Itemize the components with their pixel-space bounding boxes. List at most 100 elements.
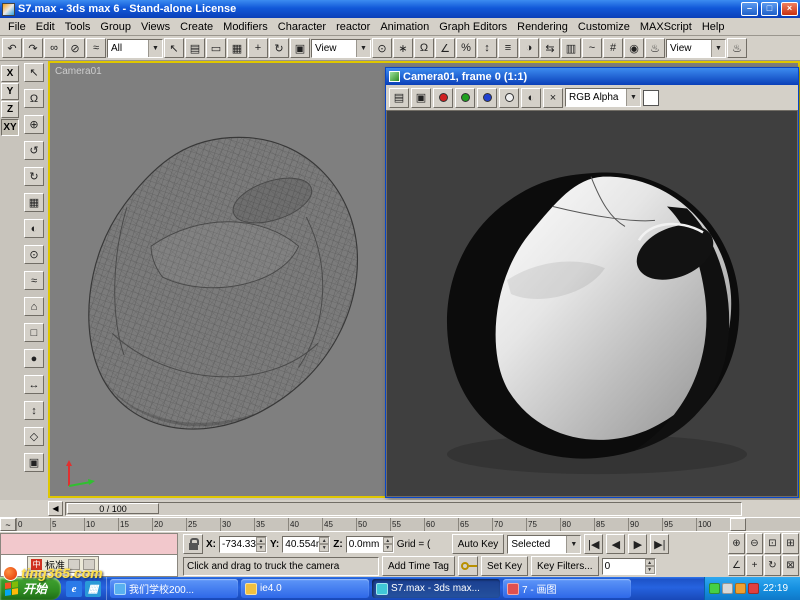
side-diamond-icon[interactable]: ◇ — [24, 427, 44, 446]
side-grid-icon[interactable]: ▦ — [24, 193, 44, 212]
use-pivot-point-icon[interactable]: ⊙ — [372, 38, 392, 58]
red-channel-button[interactable] — [433, 88, 453, 108]
save-image-icon[interactable]: ▤ — [389, 88, 409, 108]
side-home-icon[interactable]: ⌂ — [24, 297, 44, 316]
select-and-link-icon[interactable]: ∞ — [44, 38, 64, 58]
angle-snap-icon[interactable]: ∠ — [435, 38, 455, 58]
window-crossing-toggle-icon[interactable]: ▦ — [227, 38, 247, 58]
select-and-rotate-icon[interactable]: ↻ — [269, 38, 289, 58]
select-and-scale-icon[interactable]: ▣ — [290, 38, 310, 58]
zoom-all-icon[interactable]: ⊖ — [746, 533, 763, 554]
menu-group[interactable]: Group — [95, 20, 136, 34]
coord-spinner-z-down[interactable]: ▼ — [383, 544, 393, 552]
side-sphere-icon[interactable]: ● — [24, 349, 44, 368]
menu-customize[interactable]: Customize — [573, 20, 635, 34]
quick-launch-desktop-icon[interactable]: ▦ — [85, 581, 101, 597]
coord-spinner-z-up[interactable]: ▲ — [383, 537, 393, 545]
clone-window-icon[interactable]: ▣ — [411, 88, 431, 108]
menu-character[interactable]: Character — [273, 20, 331, 34]
coord-spinner-y[interactable]: ▲▼ — [319, 537, 329, 552]
select-by-name-icon[interactable]: ▤ — [185, 38, 205, 58]
coord-field-z[interactable]: 0.0mm▲▼ — [346, 536, 394, 553]
axis-constraint-z-button[interactable]: Z — [1, 101, 19, 118]
blue-channel-button[interactable] — [477, 88, 497, 108]
mini-listener-macro-pane[interactable] — [0, 533, 178, 555]
zoom-icon[interactable]: ⊕ — [728, 533, 745, 554]
material-editor-icon[interactable]: ◉ — [624, 38, 644, 58]
close-button[interactable]: × — [781, 2, 798, 16]
side-wave-icon[interactable]: ≈ — [24, 271, 44, 290]
coord-field-y[interactable]: 40.554m▲▼ — [282, 536, 330, 553]
transform-lock-button[interactable] — [183, 534, 203, 554]
reference-coordinate-dropdown[interactable]: View▼ — [311, 39, 371, 58]
taskbar-task-7-画图[interactable]: 7 - 画图 — [503, 579, 631, 598]
axis-constraint-x-button[interactable]: X — [1, 65, 19, 82]
menu-edit[interactable]: Edit — [31, 20, 60, 34]
menu-animation[interactable]: Animation — [375, 20, 434, 34]
selection-filter-dropdown[interactable]: All▼ — [107, 39, 163, 58]
spinner-snap-icon[interactable]: ↕ — [477, 38, 497, 58]
key-selection-dropdown[interactable]: Selected▼ — [507, 535, 581, 554]
coord-spinner-x-up[interactable]: ▲ — [256, 537, 266, 545]
current-frame-field[interactable]: 0▲▼ — [602, 558, 656, 575]
chevron-down-icon[interactable]: ▼ — [356, 40, 370, 57]
select-object-icon[interactable]: ↖ — [164, 38, 184, 58]
render-scene-icon[interactable]: ♨ — [645, 38, 665, 58]
previous-frame-button[interactable]: ◀ — [606, 534, 625, 554]
render-type-dropdown[interactable]: View▼ — [666, 39, 726, 58]
select-and-manipulate-icon[interactable]: ∗ — [393, 38, 413, 58]
coord-spinner-x[interactable]: ▲▼ — [256, 537, 266, 552]
coord-spinner-z[interactable]: ▲▼ — [383, 537, 393, 552]
side-zoom-region-icon[interactable]: ⊕ — [24, 115, 44, 134]
chevron-down-icon[interactable]: ▼ — [566, 536, 580, 553]
monochrome-button[interactable] — [499, 88, 519, 108]
set-key-toggle-button[interactable] — [458, 556, 478, 576]
quick-render-icon[interactable]: ♨ — [727, 38, 747, 58]
minimize-button[interactable]: – — [741, 2, 758, 16]
side-v-arrow-icon[interactable]: ↕ — [24, 401, 44, 420]
alpha-channel-icon[interactable]: ◐ — [521, 88, 541, 108]
side-center-icon[interactable]: ⊙ — [24, 245, 44, 264]
chevron-down-icon[interactable]: ▼ — [711, 40, 725, 57]
time-slider-left-arrow-button[interactable]: ◀ — [48, 501, 63, 516]
menu-file[interactable]: File — [3, 20, 31, 34]
ime-keyboard-icon[interactable] — [68, 559, 80, 570]
maximize-button[interactable]: □ — [761, 2, 778, 16]
auto-key-button[interactable]: Auto Key — [452, 534, 505, 554]
min-max-toggle-icon[interactable]: ⊠ — [782, 555, 799, 576]
start-button[interactable]: 开始 — [0, 577, 61, 600]
time-slider-track[interactable]: 0 / 100 — [65, 502, 742, 516]
time-slider-handle[interactable]: 0 / 100 — [67, 503, 159, 514]
axis-constraint-xy-button[interactable]: XY — [1, 119, 19, 136]
mini-curve-editor-button[interactable]: ~ — [0, 518, 16, 531]
quick-launch-ie-icon[interactable]: e — [66, 581, 82, 597]
pan-icon[interactable]: + — [746, 555, 763, 576]
menu-views[interactable]: Views — [136, 20, 175, 34]
named-selection-sets-icon[interactable]: ≡ — [498, 38, 518, 58]
snap-toggle-icon[interactable]: Ω — [414, 38, 434, 58]
side-select-icon[interactable]: ↖ — [24, 63, 44, 82]
field-of-view-icon[interactable]: ∠ — [728, 555, 745, 576]
ime-language-bar[interactable]: 中 标准 — [27, 556, 99, 573]
frame-spinner[interactable]: ▲▼ — [645, 559, 655, 574]
zoom-extents-all-icon[interactable]: ⊞ — [782, 533, 799, 554]
layer-manager-icon[interactable]: ▥ — [561, 38, 581, 58]
schematic-view-icon[interactable]: # — [603, 38, 623, 58]
side-undo-view-icon[interactable]: ↺ — [24, 141, 44, 160]
side-snap-magnet-icon[interactable]: Ω — [24, 89, 44, 108]
coord-spinner-y-down[interactable]: ▼ — [319, 544, 329, 552]
coord-spinner-x-down[interactable]: ▼ — [256, 544, 266, 552]
render-window-title-bar[interactable]: Camera01, frame 0 (1:1) — [386, 68, 798, 85]
side-box-icon[interactable]: □ — [24, 323, 44, 342]
menu-maxscript[interactable]: MAXScript — [635, 20, 697, 34]
background-color-swatch[interactable] — [643, 90, 659, 106]
add-time-tag-button[interactable]: Add Time Tag — [382, 556, 455, 576]
frame-spinner-up[interactable]: ▲ — [645, 559, 655, 567]
menu-graph-editors[interactable]: Graph Editors — [434, 20, 512, 34]
key-filters-button[interactable]: Key Filters... — [531, 556, 599, 576]
taskbar-task-ie4-0[interactable]: ie4.0 — [241, 579, 369, 598]
track-bar-end-button[interactable] — [730, 518, 746, 531]
unlink-selection-icon[interactable]: ⊘ — [65, 38, 85, 58]
go-to-start-button[interactable]: |◀ — [584, 534, 603, 554]
menu-tools[interactable]: Tools — [60, 20, 96, 34]
